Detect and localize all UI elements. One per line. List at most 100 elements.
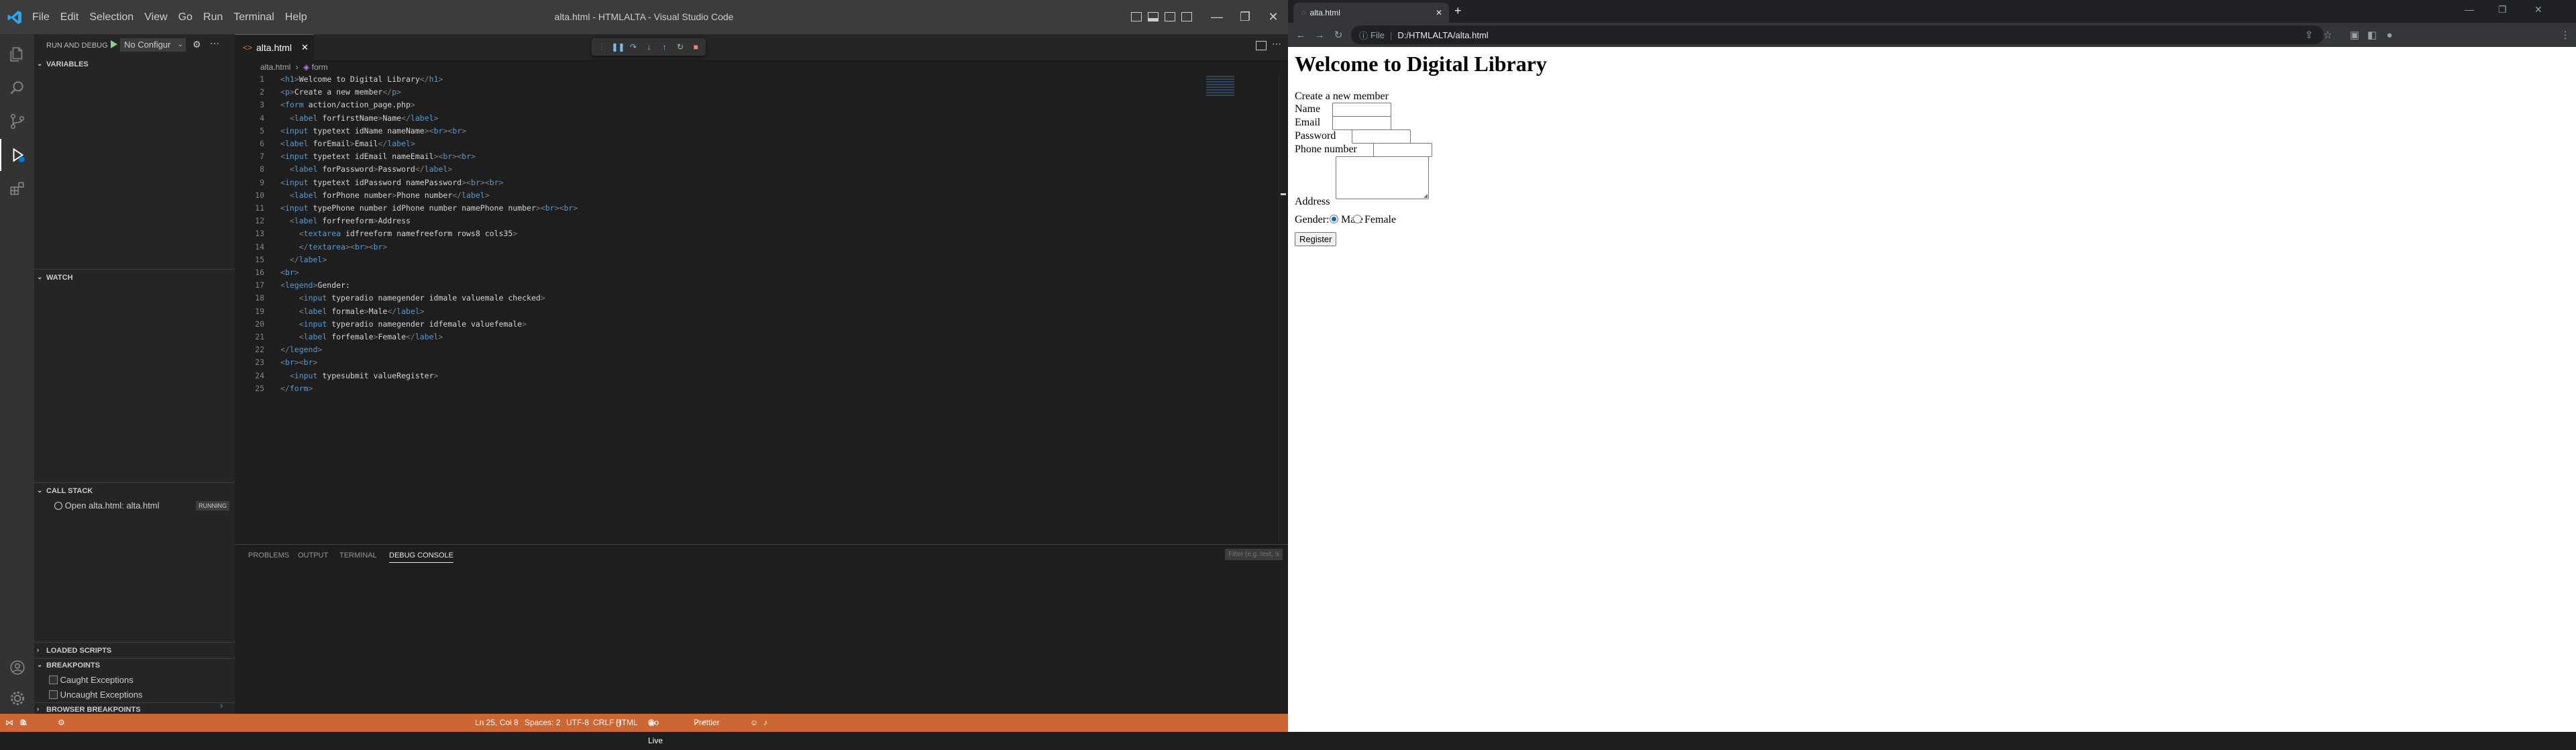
code-line[interactable]: <input typePhone number idPhone number n… xyxy=(280,203,578,213)
debug-configuration-select[interactable]: No Configur ⌄ xyxy=(120,38,186,52)
debug-status-icon[interactable]: ⚙ xyxy=(58,714,65,732)
tab-output[interactable]: OUTPUT xyxy=(298,551,328,559)
manage-gear-icon[interactable] xyxy=(0,682,34,714)
code-line[interactable]: <input typesubmit valueRegister> xyxy=(280,371,439,380)
explorer-icon[interactable] xyxy=(0,38,34,70)
code-line[interactable]: <input typetext idEmail nameEmail><br><b… xyxy=(280,152,476,161)
menu-edit[interactable]: Edit xyxy=(55,11,85,23)
customize-layout-icon[interactable] xyxy=(1181,12,1192,21)
notifications-bell-icon[interactable]: ♪ xyxy=(763,714,767,732)
checkbox[interactable] xyxy=(49,690,58,699)
code-line[interactable]: <br><br> xyxy=(280,358,317,367)
maximize-icon[interactable]: ❐ xyxy=(2498,4,2507,15)
accounts-icon[interactable] xyxy=(0,651,34,684)
password-input[interactable] xyxy=(1352,129,1411,144)
toggle-panel-icon[interactable] xyxy=(1148,12,1159,21)
reload-icon[interactable]: ↻ xyxy=(1330,23,1347,47)
code-line[interactable]: <form action/action_page.php> xyxy=(280,100,415,109)
run-and-debug-icon[interactable] xyxy=(0,139,34,171)
menu-file[interactable]: File xyxy=(27,11,55,23)
code-line[interactable]: <input typetext idName nameName><br><br> xyxy=(280,126,466,136)
code-line[interactable]: <label forPhone number>Phone number</lab… xyxy=(280,191,490,200)
forward-icon[interactable]: → xyxy=(1311,23,1328,47)
extensions-icon[interactable] xyxy=(0,172,34,205)
vscode-logo-icon[interactable] xyxy=(7,9,23,25)
phone-input[interactable] xyxy=(1373,143,1432,157)
section-call-stack[interactable]: ⌄ CALL STACK xyxy=(34,484,235,498)
stop-icon[interactable]: ■ xyxy=(690,42,702,52)
tab-debug-console[interactable]: DEBUG CONSOLE xyxy=(389,551,453,563)
minimap[interactable] xyxy=(1206,76,1234,96)
register-button[interactable]: Register xyxy=(1295,232,1337,246)
code-line[interactable]: <label forEmail>Email</label> xyxy=(280,139,415,148)
code-line[interactable]: <label formale>Male</label> xyxy=(280,307,425,316)
code-line[interactable]: <label forPassword>Password</label> xyxy=(280,164,452,174)
menu-help[interactable]: Help xyxy=(280,11,313,23)
tab-alta-html[interactable]: <> alta.html ✕ xyxy=(235,34,314,60)
menu-selection[interactable]: Selection xyxy=(84,11,139,23)
menu-terminal[interactable]: Terminal xyxy=(228,11,279,23)
indentation[interactable]: Spaces: 2 xyxy=(525,714,560,732)
start-debugging-icon[interactable] xyxy=(109,40,119,49)
gender-female-radio[interactable] xyxy=(1353,215,1362,223)
code-line[interactable]: </form> xyxy=(280,384,313,393)
browser-menu-icon[interactable]: ⋮ xyxy=(2559,23,2572,47)
code-line[interactable]: </legend> xyxy=(280,345,322,354)
checkbox[interactable] xyxy=(49,676,58,684)
code-line[interactable]: <label forfirstName>Name</label> xyxy=(280,113,439,123)
menu-go[interactable]: Go xyxy=(173,11,198,23)
close-window-icon[interactable]: ✕ xyxy=(1256,0,1291,34)
code-line[interactable]: <h1>Welcome to Digital Library</h1> xyxy=(280,74,443,84)
close-tab-icon[interactable]: ✕ xyxy=(301,42,309,53)
address-textarea[interactable]: ◢ xyxy=(1336,156,1429,199)
breakpoint-caught-exceptions[interactable]: Caught Exceptions xyxy=(49,673,133,688)
tab-problems[interactable]: PROBLEMS xyxy=(248,551,289,559)
code-line[interactable]: <label forfemale>Female</label> xyxy=(280,332,443,341)
menu-run[interactable]: Run xyxy=(198,11,228,23)
info-icon[interactable]: ⓘ xyxy=(1359,29,1368,42)
open-launch-json-gear-icon[interactable]: ⚙ xyxy=(193,39,203,50)
section-watch[interactable]: ⌄ WATCH xyxy=(34,270,235,285)
extensions-puzzle-icon[interactable]: ▣ xyxy=(2347,23,2363,47)
minimize-icon[interactable]: — xyxy=(2465,4,2474,15)
pause-icon[interactable]: ❚❚ xyxy=(611,42,625,52)
toggle-primary-sidebar-icon[interactable] xyxy=(1131,12,1142,21)
side-panel-icon[interactable]: ◧ xyxy=(2364,23,2380,47)
new-tab-icon[interactable]: + xyxy=(1454,4,1462,18)
breakpoint-uncaught-exceptions[interactable]: Uncaught Exceptions xyxy=(49,688,142,702)
restart-icon[interactable]: ↻ xyxy=(674,42,686,52)
section-variables[interactable]: ⌄ VARIABLES xyxy=(34,57,235,72)
more-editor-actions-icon[interactable]: ⋯ xyxy=(1272,38,1281,50)
debug-console-filter-input[interactable] xyxy=(1225,549,1283,560)
code-line[interactable]: <input typeradio namegender idfemale val… xyxy=(280,319,527,329)
female-label[interactable]: Female xyxy=(1364,214,1396,226)
browser-tab[interactable]: ◌ alta.html ✕ xyxy=(1293,3,1449,23)
breadcrumb-symbol[interactable]: form xyxy=(312,62,328,72)
close-window-icon[interactable]: ✕ xyxy=(2534,4,2542,15)
address-bar[interactable]: ⓘ File | D:/HTMLALTA/alta.html xyxy=(1351,25,2324,44)
section-loaded-scripts[interactable]: › LOADED SCRIPTS xyxy=(34,643,235,658)
code-line[interactable]: </label> xyxy=(280,255,327,264)
resize-grip-icon[interactable]: ◢ xyxy=(1424,193,1428,199)
code-line[interactable]: <p>Create a new member</p> xyxy=(280,87,401,97)
line-ending[interactable]: CRLF xyxy=(593,714,614,732)
toggle-secondary-sidebar-icon[interactable] xyxy=(1165,12,1175,21)
breadcrumb-file[interactable]: alta.html xyxy=(260,62,290,72)
name-input[interactable] xyxy=(1332,103,1391,117)
tab-terminal[interactable]: TERMINAL xyxy=(339,551,377,559)
code-line[interactable]: <textarea idfreeform namefreeform rows8 … xyxy=(280,229,518,238)
code-line[interactable]: <label forfreeform>Address xyxy=(280,216,411,225)
section-breakpoints[interactable]: ⌄ BREAKPOINTS xyxy=(34,658,235,673)
close-tab-icon[interactable]: ✕ xyxy=(1436,8,1442,17)
step-over-icon[interactable]: ↷ xyxy=(627,42,639,52)
code-editor[interactable]: 1 <h1>Welcome to Digital Library</h1> 2 <p>… xyxy=(235,74,1194,544)
search-icon[interactable] xyxy=(0,72,34,104)
editor-scrollbar[interactable] xyxy=(1279,76,1288,544)
gender-male-radio[interactable] xyxy=(1330,215,1338,223)
profile-icon[interactable]: ● xyxy=(2381,23,2398,47)
source-control-icon[interactable] xyxy=(0,105,34,138)
split-editor-icon[interactable] xyxy=(1256,41,1267,50)
code-line[interactable]: <input typetext idPassword namePassword>… xyxy=(280,178,503,187)
code-line[interactable]: <br> xyxy=(280,268,299,277)
share-icon[interactable]: ⇪ xyxy=(2301,23,2317,47)
